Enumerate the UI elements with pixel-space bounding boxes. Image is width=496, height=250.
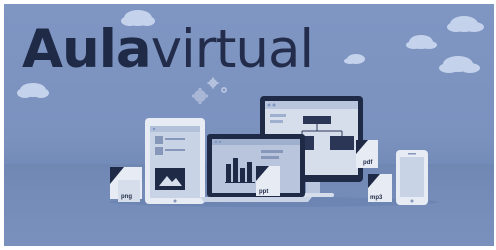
pdf-label: pdf <box>363 160 373 166</box>
gear-icon <box>192 88 208 104</box>
document-icon: mp3 <box>368 174 392 202</box>
document-icon: ppt <box>256 166 280 196</box>
tablet-icon <box>145 118 205 204</box>
smartphone-icon <box>396 150 428 205</box>
aula-virtual-banner: Aulavirtual pdf ppt mp3 png <box>4 4 494 246</box>
document-icon: pdf <box>356 140 378 168</box>
gear-icon <box>207 77 219 89</box>
ppt-label: ppt <box>259 189 268 195</box>
png-label: png <box>121 194 132 200</box>
document-icon: png <box>118 180 140 202</box>
mp3-label: mp3 <box>370 195 383 201</box>
devices-illustration: pdf W <box>109 77 439 207</box>
gear-icon <box>221 87 227 93</box>
